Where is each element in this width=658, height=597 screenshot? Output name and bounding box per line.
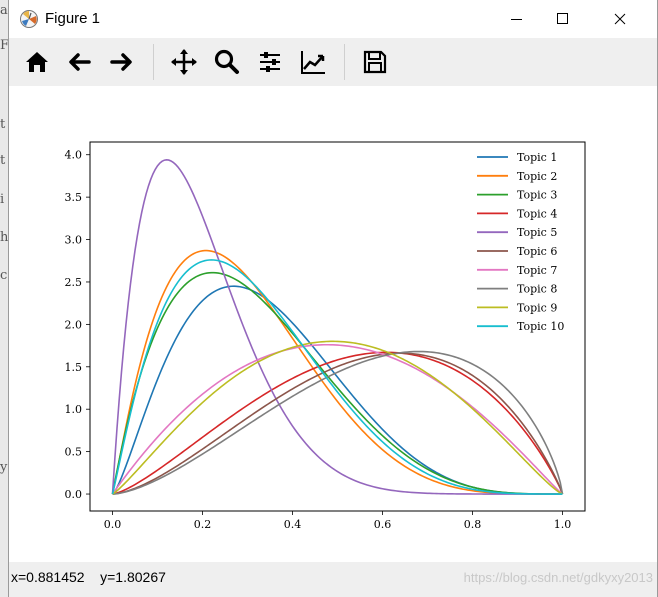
legend-label: Topic 4 bbox=[517, 207, 557, 220]
y-tick-label: 2.0 bbox=[65, 318, 83, 331]
bg-fragment: i bbox=[0, 192, 5, 207]
legend-label: Topic 6 bbox=[517, 245, 557, 258]
y-axis-ticks: 0.0 0.5 1.0 1.5 2.0 2.5 3.0 3.5 4.0 bbox=[65, 149, 90, 501]
zoom-button[interactable] bbox=[211, 46, 243, 78]
x-tick-label: 0.4 bbox=[284, 518, 302, 531]
y-tick-label: 4.0 bbox=[65, 149, 83, 162]
edit-curves-icon bbox=[301, 51, 325, 74]
navigation-toolbar bbox=[9, 38, 657, 86]
forward-button[interactable] bbox=[106, 46, 138, 78]
pan-icon bbox=[171, 49, 197, 75]
bg-fragment: y bbox=[0, 460, 8, 475]
save-button[interactable] bbox=[359, 46, 391, 78]
edit-curves-button[interactable] bbox=[297, 46, 329, 78]
status-bar: x=0.881452 y=1.80267 https://blog.csdn.n… bbox=[9, 562, 657, 597]
x-tick-label: 0.6 bbox=[374, 518, 392, 531]
figure-canvas[interactable]: 0.0 0.2 0.4 0.6 0.8 1.0 0.0 0.5 1.0 1.5 2.0 2.5 3.0… bbox=[9, 86, 649, 562]
legend-label: Topic 2 bbox=[517, 170, 557, 183]
legend-label: Topic 9 bbox=[517, 301, 557, 314]
x-tick-label: 0.2 bbox=[194, 518, 212, 531]
legend-label: Topic 5 bbox=[517, 226, 557, 239]
title-bar[interactable]: Figure 1 bbox=[9, 0, 657, 38]
subplots-button[interactable] bbox=[254, 46, 286, 78]
x-tick-label: 1.0 bbox=[554, 518, 572, 531]
legend-label: Topic 8 bbox=[517, 283, 557, 296]
y-tick-label: 2.5 bbox=[65, 276, 83, 289]
y-tick-label: 3.0 bbox=[65, 234, 83, 247]
y-tick-label: 0.5 bbox=[65, 446, 83, 459]
x-axis-ticks: 0.0 0.2 0.4 0.6 0.8 1.0 bbox=[104, 511, 572, 531]
save-icon bbox=[363, 50, 387, 74]
home-icon bbox=[26, 52, 48, 72]
toolbar-separator bbox=[344, 44, 345, 80]
y-tick-label: 0.0 bbox=[65, 488, 83, 501]
matplotlib-app-icon bbox=[19, 9, 39, 29]
axes-frame bbox=[89, 141, 586, 512]
pan-button[interactable] bbox=[168, 46, 200, 78]
close-button[interactable] bbox=[597, 0, 643, 38]
watermark-text: https://blog.csdn.net/gdkyxy2013 bbox=[463, 570, 653, 585]
toolbar-separator bbox=[153, 44, 154, 80]
chart-legend: Topic 1 Topic 2 Topic 3 Topic 4 Topic 5 Topic… bbox=[477, 151, 564, 333]
bg-fragment: t bbox=[0, 153, 6, 168]
x-tick-label: 0.0 bbox=[104, 518, 122, 531]
maximize-icon bbox=[557, 13, 568, 24]
bg-fragment: t bbox=[0, 117, 6, 132]
close-icon bbox=[614, 13, 626, 25]
minimize-button[interactable] bbox=[493, 0, 539, 38]
bg-fragment: c bbox=[0, 268, 8, 283]
minimize-icon bbox=[511, 19, 522, 20]
maximize-button[interactable] bbox=[539, 0, 585, 38]
legend-label: Topic 3 bbox=[517, 189, 557, 202]
back-button[interactable] bbox=[63, 46, 95, 78]
y-tick-label: 1.5 bbox=[65, 361, 83, 374]
legend-label: Topic 10 bbox=[517, 320, 564, 333]
x-tick-label: 0.8 bbox=[464, 518, 482, 531]
back-arrow-icon bbox=[69, 53, 91, 71]
legend-label: Topic 7 bbox=[517, 264, 557, 277]
legend-label: Topic 1 bbox=[517, 151, 557, 164]
subplots-icon bbox=[260, 52, 280, 72]
window-title: Figure 1 bbox=[45, 10, 101, 27]
y-tick-label: 3.5 bbox=[65, 191, 83, 204]
series-line-topic-8 bbox=[112, 350, 564, 495]
line-chart: 0.0 0.2 0.4 0.6 0.8 1.0 0.0 0.5 1.0 1.5 2.0 2.5 3.0… bbox=[65, 141, 586, 531]
home-button[interactable] bbox=[21, 46, 53, 78]
series-line-topic-1 bbox=[111, 285, 563, 495]
y-tick-label: 1.0 bbox=[65, 403, 83, 416]
cursor-coordinates: x=0.881452 y=1.80267 bbox=[11, 569, 166, 585]
forward-arrow-icon bbox=[110, 53, 132, 71]
figure-window: Figure 1 0.0 0.2 0.4 0.6 0.8 1.0 0.0 0.5… bbox=[8, 0, 658, 597]
zoom-icon bbox=[214, 49, 239, 74]
series-line-topic-3 bbox=[111, 271, 563, 495]
